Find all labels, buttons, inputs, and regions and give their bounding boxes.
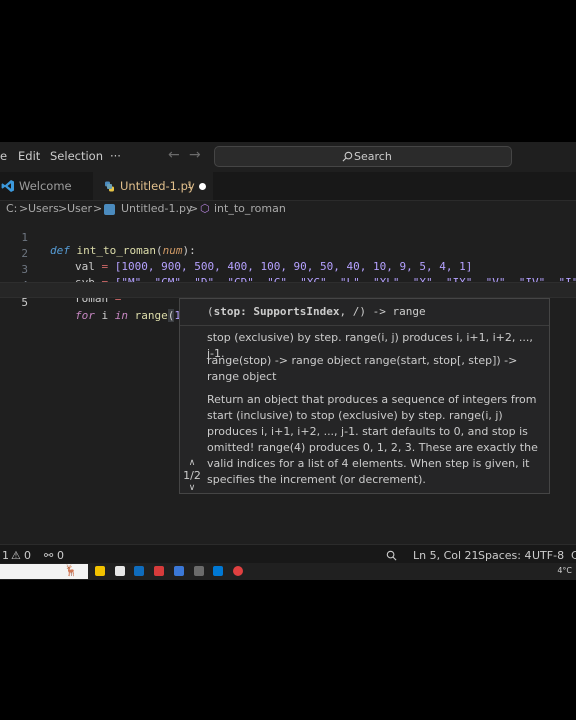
doc-paragraph: Return an object that produces a sequenc… xyxy=(207,393,538,486)
crumb-separator: > xyxy=(19,202,29,215)
vscode-taskbar-icon[interactable] xyxy=(213,566,223,576)
chevron-up-icon[interactable]: ∧ xyxy=(182,457,202,469)
loop-variable: i xyxy=(94,309,115,322)
weather-temperature[interactable]: 4°C xyxy=(557,566,572,575)
menu-file-partial[interactable]: e xyxy=(0,149,7,163)
keyword-for: for xyxy=(75,309,95,322)
tab-untitled-label: Untitled-1.py xyxy=(120,179,195,193)
calendar-icon[interactable] xyxy=(115,566,125,576)
code-line-current: 5 for i in range(1) xyxy=(0,282,576,322)
unsaved-dot-icon[interactable] xyxy=(199,183,206,190)
deer-icon: 🦌 xyxy=(64,564,78,577)
overload-pager: ∧ 1/2 ∨ xyxy=(182,457,202,494)
menu-edit[interactable]: Edit xyxy=(18,149,40,163)
taskbar-search-box[interactable]: 🦌 xyxy=(0,564,88,579)
code-line: 4 roman = "" xyxy=(0,266,576,305)
crumb-file[interactable]: Untitled-1.py xyxy=(121,202,192,215)
chevron-down-icon[interactable]: ∨ xyxy=(182,482,202,494)
encoding[interactable]: UTF-8 xyxy=(532,549,564,562)
crumb-separator: > xyxy=(58,202,68,215)
crumb-users[interactable]: Users xyxy=(28,202,59,215)
python-file-icon xyxy=(105,181,114,192)
tab-untitled-1[interactable]: Untitled-1.py 1 xyxy=(93,172,213,200)
python-file-icon xyxy=(104,204,115,215)
signature: (stop: SupportsIndex, /) -> range xyxy=(207,305,426,318)
symbol-function-icon: ⬡ xyxy=(200,202,210,215)
file-explorer-icon[interactable] xyxy=(95,566,105,576)
overload-counter: 1/2 xyxy=(183,469,201,482)
signature-open: ( xyxy=(207,305,214,318)
menu-more[interactable]: ··· xyxy=(110,149,121,163)
divider xyxy=(180,325,549,326)
crumb-symbol[interactable]: int_to_roman xyxy=(214,202,286,215)
chrome-icon[interactable] xyxy=(233,566,243,576)
mail-icon[interactable] xyxy=(134,566,144,576)
vscode-window: e Edit Selection ··· ← → Search Welcome xyxy=(0,142,576,580)
windows-taskbar: 🦌 4°C xyxy=(0,563,576,580)
forward-arrow-icon[interactable]: → xyxy=(189,147,201,163)
signature-help-popup[interactable]: (stop: SupportsIndex, /) -> range stop (… xyxy=(179,298,550,494)
active-parameter: stop: SupportsIndex xyxy=(213,305,340,318)
warning-count[interactable]: 0 xyxy=(24,549,31,562)
builtin-range: range xyxy=(134,309,168,322)
ports-icon: ⚯ xyxy=(44,549,54,562)
back-arrow-icon[interactable]: ← xyxy=(168,147,180,163)
vscode-logo-icon xyxy=(1,180,14,192)
line-number: 5 xyxy=(21,296,28,309)
warning-icon: ⚠ xyxy=(11,549,21,562)
code-line: 1 def int_to_roman(num): xyxy=(0,218,576,257)
ports-count[interactable]: 0 xyxy=(57,549,64,562)
crumb-separator: > xyxy=(189,202,199,215)
zoom-icon[interactable] xyxy=(386,550,397,561)
status-item-partial[interactable]: C xyxy=(571,549,576,562)
crumb-user[interactable]: User xyxy=(67,202,92,215)
editor-tabs: Welcome Untitled-1.py 1 xyxy=(0,172,576,201)
code-text: for i in range(1) xyxy=(75,309,188,322)
command-center-search[interactable]: Search xyxy=(214,146,512,167)
code-line: 3 syb = ["M", "CM", "D", "CD", "C", "XC"… xyxy=(0,250,576,289)
search-label: Search xyxy=(354,150,392,163)
crumb-separator: > xyxy=(93,202,103,215)
search-icon xyxy=(342,151,353,162)
title-bar: e Edit Selection ··· ← → Search xyxy=(0,142,576,170)
menu-selection[interactable]: Selection xyxy=(50,149,103,163)
tab-problem-count: 1 xyxy=(187,181,193,191)
indentation[interactable]: Spaces: 4 xyxy=(478,549,531,562)
tab-welcome-label: Welcome xyxy=(19,179,72,193)
crumb-drive[interactable]: C: xyxy=(6,202,17,215)
cursor-position[interactable]: Ln 5, Col 21 xyxy=(413,549,479,562)
doc-paragraph: range(stop) -> range object range(start,… xyxy=(207,354,518,383)
code-line: 2 val = [1000, 900, 500, 400, 100, 90, 5… xyxy=(0,234,576,273)
tab-welcome[interactable]: Welcome xyxy=(0,172,92,200)
app-icon[interactable] xyxy=(174,566,184,576)
keyword-in: in xyxy=(114,309,128,322)
app-icon[interactable] xyxy=(154,566,164,576)
signature-rest: , /) -> range xyxy=(339,305,426,318)
app-icon[interactable] xyxy=(194,566,204,576)
error-count[interactable]: 1 xyxy=(2,549,9,562)
